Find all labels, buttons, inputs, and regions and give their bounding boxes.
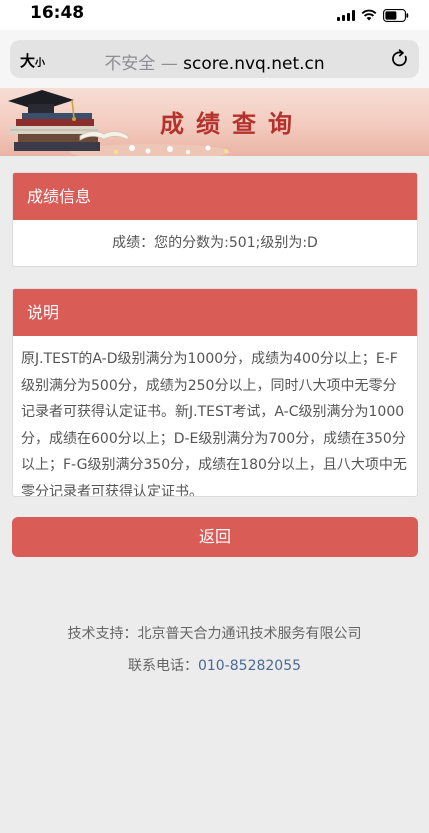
- status-icons: [337, 8, 409, 22]
- info-panel-title: 说明: [13, 289, 417, 336]
- support-company: 北京普天合力通讯技术服务有限公司: [137, 626, 362, 642]
- url-domain: score.nvq.net.cn: [183, 54, 325, 74]
- browser-toolbar: 大小 不安全 — score.nvq.net.cn: [0, 30, 429, 88]
- footer-contact: 联系电话：010-85282055: [0, 655, 429, 675]
- info-panel-description: 原J.TEST的A-D级别满分为1000分，成绩为400分以上；E-F级别满分为…: [21, 351, 407, 496]
- wifi-icon: [361, 9, 377, 21]
- status-time: 16:48: [30, 3, 85, 23]
- cellular-signal-icon: [337, 9, 355, 21]
- result-panel: 成绩信息 成绩：您的分数为:501;级别为:D: [12, 172, 418, 267]
- footer-support: 技术支持：北京普天合力通讯技术服务有限公司: [0, 623, 429, 643]
- score-result-text: 成绩：您的分数为:501;级别为:D: [112, 235, 318, 251]
- page-title: 成绩查询: [160, 109, 304, 138]
- phone-link[interactable]: 010-85282055: [198, 658, 301, 674]
- status-bar: 16:48: [0, 0, 429, 30]
- back-button[interactable]: 返回: [12, 517, 418, 557]
- phone-label: 联系电话：: [127, 658, 198, 674]
- info-panel: 说明 原J.TEST的A-D级别满分为1000分，成绩为400分以上；E-F级别…: [12, 288, 418, 497]
- battery-icon: [383, 8, 409, 22]
- address-bar[interactable]: 大小 不安全 — score.nvq.net.cn: [10, 40, 419, 78]
- reload-icon[interactable]: [389, 48, 411, 70]
- result-panel-title: 成绩信息: [13, 173, 417, 220]
- url-display[interactable]: 不安全 — score.nvq.net.cn: [10, 49, 419, 74]
- support-label: 技术支持：: [67, 626, 138, 642]
- insecure-label: 不安全 —: [104, 54, 178, 74]
- page-banner: 成绩查询: [0, 88, 429, 156]
